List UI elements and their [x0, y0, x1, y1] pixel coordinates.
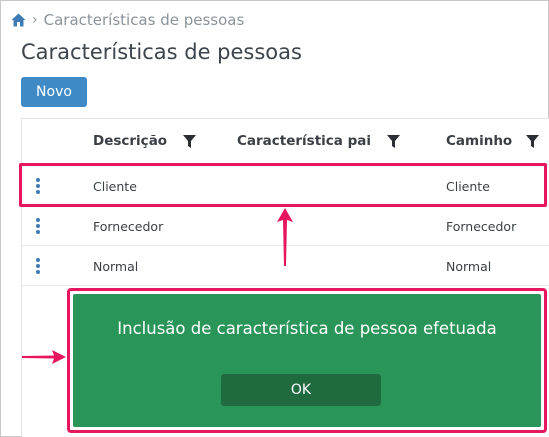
cell-descricao: Cliente — [93, 179, 137, 194]
breadcrumb: › Características de pessoas — [11, 9, 244, 31]
annotation-arrow-up-icon — [277, 208, 293, 266]
row-actions-icon[interactable] — [35, 218, 41, 234]
toast-highlight-annotation: Inclusão de característica de pessoa efe… — [67, 288, 547, 433]
column-header-caminho[interactable]: Caminho — [446, 133, 540, 149]
row-actions-icon[interactable] — [35, 178, 41, 194]
cell-descricao: Fornecedor — [93, 219, 164, 234]
toast-message: Inclusão de característica de pessoa efe… — [117, 319, 497, 338]
breadcrumb-current: Características de pessoas — [43, 11, 245, 29]
filter-icon[interactable] — [387, 134, 401, 148]
table-row[interactable]: Cliente Cliente — [22, 166, 549, 206]
ok-button[interactable]: OK — [221, 374, 381, 406]
filter-icon[interactable] — [183, 134, 197, 148]
cell-descricao: Normal — [93, 259, 139, 274]
cell-caminho: Fornecedor — [446, 219, 517, 234]
column-label: Caminho — [446, 133, 513, 149]
column-header-caracteristica-pai[interactable]: Característica pai — [237, 133, 401, 149]
row-actions-icon[interactable] — [35, 258, 41, 274]
chevron-right-icon: › — [32, 12, 38, 28]
column-header-descricao[interactable]: Descrição — [93, 133, 197, 149]
column-label: Descrição — [93, 133, 168, 149]
annotation-arrow-right-icon — [22, 350, 66, 364]
column-label: Característica pai — [237, 133, 372, 149]
page-title: Características de pessoas — [21, 40, 302, 64]
home-icon[interactable] — [11, 13, 26, 27]
filter-icon[interactable] — [526, 134, 540, 148]
grid-header: Descrição Característica pai Caminho — [22, 119, 549, 165]
success-toast: Inclusão de característica de pessoa efe… — [73, 294, 541, 427]
cell-caminho: Cliente — [446, 179, 490, 194]
new-button[interactable]: Novo — [21, 77, 87, 107]
cell-caminho: Normal — [446, 259, 492, 274]
